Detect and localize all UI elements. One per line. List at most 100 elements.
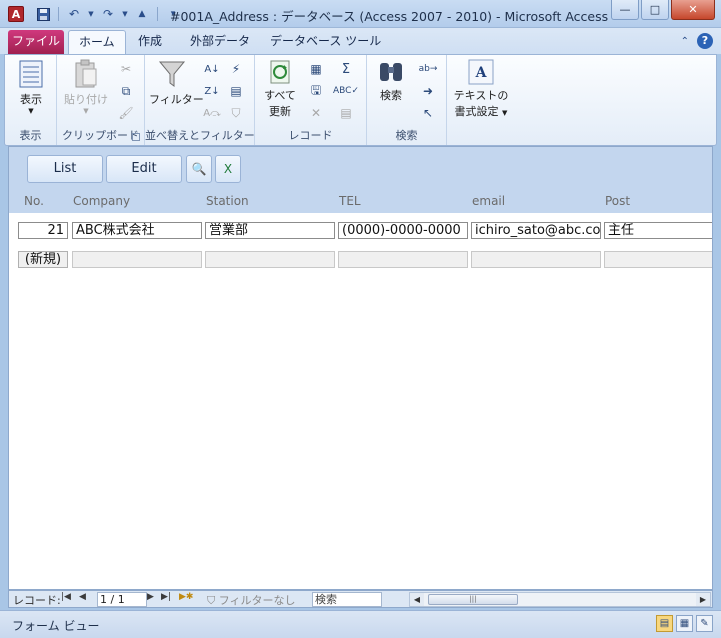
clipboard-launcher-icon[interactable] [132,133,140,141]
cut-icon[interactable]: ✂ [115,59,137,79]
more-records-icon[interactable]: ▤ [335,103,357,123]
views-group-label: 表示 [19,129,42,142]
minimize-ribbon-icon[interactable]: ⌃ [681,36,689,47]
record-search-input[interactable]: 検索 [312,592,382,607]
new-record-marker[interactable]: (新規) [18,251,68,268]
window-title: #001A_Address : データベース (Access 2007 - 20… [170,9,609,24]
no-field[interactable]: 21 [18,222,68,239]
filter-button[interactable]: フィルター [149,59,204,107]
tel-field[interactable]: (0000)-0000-0000 [338,222,468,239]
redo-icon[interactable]: ↷ [99,5,117,23]
last-record-icon[interactable]: ▶| [161,592,171,602]
format-painter-icon[interactable]: 🖌 [115,103,137,123]
ribbon: 表示 ▼ 表示 貼り付け ▼ ✂ ⧉ 🖌 クリップボード フィルター A↓ Z↓… [4,54,717,146]
export-excel-icon[interactable]: X [215,155,241,183]
goto-icon[interactable]: ➜ [417,81,439,101]
form-view-icon[interactable]: ▤ [656,615,673,632]
undo-icon[interactable]: ↶ [65,5,83,23]
text-format-button[interactable]: A テキストの 書式設定 ▼ [451,59,511,119]
paste-button[interactable]: 貼り付け ▼ [63,59,109,115]
clipboard-group-label: クリップボード [62,129,139,142]
delete-record-icon[interactable]: ✕ [305,103,327,123]
totals-icon[interactable]: Σ [335,59,357,79]
next-record-icon[interactable]: ▶ [147,592,154,602]
find-button[interactable]: 検索 [371,59,411,103]
find-group-label: 検索 [395,129,418,142]
view-button[interactable]: 表示 ▼ [11,59,51,115]
new-email-field[interactable] [471,251,601,268]
advanced-filter-icon[interactable]: ▤ [225,81,247,101]
column-header-tel: TEL [339,194,361,208]
save-icon[interactable] [34,5,52,23]
current-record-field[interactable]: 1 / 1 [97,592,147,607]
binoculars-icon [371,59,411,85]
toggle-filter-icon[interactable]: ⛉ [225,103,247,123]
new-post-field[interactable] [604,251,712,268]
filter-status[interactable]: ⛉ フィルターなし [207,592,296,608]
ribbon-tab-row: ファイル ホーム 作成 外部データ データベース ツール ⌃ ? [0,28,721,54]
new-tel-field[interactable] [338,251,468,268]
sort-descending-icon[interactable]: Z↓ [201,81,223,101]
record-row: 21 ABC株式会社 営業部 (0000)-0000-0000 ichiro_s… [9,219,712,241]
scroll-right-icon[interactable]: ▶ [696,593,710,606]
title-bar: A ↶ ▼ ↷ ▼ ▲ ▾ #001A_Address : データベース (Ac… [0,0,721,28]
view-icon [11,59,51,89]
close-button[interactable]: ✕ [671,0,715,20]
sort-filter-group: フィルター A↓ Z↓ A⤼ ⚡ ▤ ⛉ 並べ替えとフィルター [145,55,255,145]
column-header-email: email [472,194,506,208]
tab-create[interactable]: 作成 [128,30,172,54]
views-group: 表示 ▼ 表示 [5,55,57,145]
access-app-icon[interactable]: A [8,6,24,22]
replace-icon[interactable]: ab→ [417,59,439,79]
design-view-icon[interactable]: ✎ [696,615,713,632]
sort-ascending-icon[interactable]: A↓ [201,59,223,79]
post-field[interactable]: 主任 [604,222,712,239]
sort-asc-qat-icon[interactable]: ▲ [133,5,151,23]
station-field[interactable]: 営業部 [205,222,335,239]
select-icon[interactable]: ↖ [417,103,439,123]
new-company-field[interactable] [72,251,202,268]
edit-button[interactable]: Edit [106,155,182,183]
maximize-button[interactable]: □ [641,0,669,20]
tab-home[interactable]: ホーム [68,30,126,54]
horizontal-scrollbar[interactable]: ◀ ||| ▶ [409,592,711,607]
spelling-icon[interactable]: ABC✓ [333,81,359,101]
text-format-label-line2: 書式設定 ▼ [451,103,511,119]
refresh-all-button[interactable]: すべて 更新 [259,59,301,119]
help-icon[interactable]: ? [697,33,713,49]
new-record-nav-icon[interactable]: ▶✱ [179,592,193,602]
scroll-thumb[interactable]: ||| [428,594,518,605]
layout-view-icon[interactable]: ▦ [676,615,693,632]
new-record-icon[interactable]: ▦ [305,59,327,79]
undo-dropdown-icon[interactable]: ▼ [87,5,95,23]
text-format-label-line2-text: 書式設定 [454,105,499,118]
text-format-group: A テキストの 書式設定 ▼ [447,55,513,145]
status-text: フォーム ビュー [12,619,100,633]
text-format-dropdown-icon: ▼ [502,109,508,117]
selection-filter-icon[interactable]: ⚡ [225,59,247,79]
column-header-no: No. [24,194,44,208]
redo-dropdown-icon[interactable]: ▼ [121,5,129,23]
no-filter-label: フィルターなし [218,594,296,607]
copy-icon[interactable]: ⧉ [115,81,137,101]
record-nav-label: レコード: [13,594,61,607]
refresh-icon [259,59,301,85]
column-header-station: Station [206,194,249,208]
no-filter-icon: ⛉ [207,594,216,607]
tab-database-tools[interactable]: データベース ツール [260,30,391,54]
save-record-icon[interactable]: 🖫 [305,81,327,101]
minimize-button[interactable]: — [611,0,639,20]
tab-external-data[interactable]: 外部データ [180,30,260,54]
view-dropdown-icon: ▼ [28,107,34,115]
tab-file[interactable]: ファイル [8,30,64,54]
print-preview-icon[interactable]: 🔍 [186,155,212,183]
company-field[interactable]: ABC株式会社 [72,222,202,239]
new-station-field[interactable] [205,251,335,268]
form-header: List Edit 🔍 X No. Company Station TEL em… [9,147,712,213]
previous-record-icon[interactable]: ◀ [79,592,86,602]
first-record-icon[interactable]: |◀ [61,592,71,602]
remove-sort-icon[interactable]: A⤼ [201,103,223,123]
email-field[interactable]: ichiro_sato@abc.com [471,222,601,239]
scroll-left-icon[interactable]: ◀ [410,593,424,606]
list-button[interactable]: List [27,155,103,183]
